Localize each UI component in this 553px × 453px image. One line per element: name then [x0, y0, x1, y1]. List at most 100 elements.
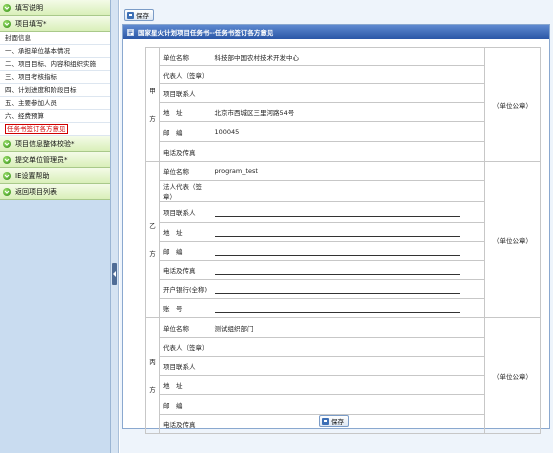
- field-label: 邮 编: [159, 121, 212, 142]
- table-row: 甲方 单位名称 科技部中国农村技术开发中心 （单位公章）: [145, 47, 541, 162]
- menu-label: IE设置帮助: [15, 171, 50, 180]
- table-row: 法人代表（签章）: [146, 180, 541, 202]
- field-value: [211, 356, 485, 376]
- table-row: 项目联系人: [146, 83, 541, 103]
- chevron-down-icon: [3, 139, 11, 148]
- field-label: 邮 编: [159, 241, 212, 261]
- form-panel: 国家星火计划项目任务书--任务书签订各方意见 甲方 单位名称 科技部中国农村技术…: [122, 24, 550, 434]
- field-label: 电话及传真: [159, 414, 212, 434]
- field-label: 项目联系人: [159, 83, 212, 103]
- field-value: [211, 83, 485, 103]
- field-value: 100045: [211, 121, 485, 142]
- table-row: 邮 编 100045: [146, 121, 541, 142]
- field-value: [211, 337, 485, 357]
- postcode-input[interactable]: [214, 247, 460, 256]
- menu-label: 项目信息整体校验*: [15, 139, 75, 148]
- field-value: 测试组织部门: [211, 317, 485, 338]
- field-label: 代表人（签章）: [159, 337, 212, 357]
- field-label: 邮 编: [159, 394, 212, 415]
- address-input[interactable]: [214, 228, 460, 237]
- chevron-down-icon: [3, 155, 11, 164]
- field-value: [211, 141, 485, 162]
- account-number-input[interactable]: [214, 304, 460, 313]
- menu-ie-help[interactable]: IE设置帮助: [0, 168, 110, 184]
- menu-fill-instructions[interactable]: 填写说明: [0, 0, 110, 16]
- bank-name-input[interactable]: [214, 285, 460, 294]
- menu-project-fill[interactable]: 项目填写*: [0, 16, 110, 32]
- chevron-down-icon: [3, 19, 11, 28]
- party-a-seal: （单位公章）: [484, 47, 541, 162]
- table-row: 代表人（签章）: [146, 65, 541, 84]
- menu-back-to-list[interactable]: 返回项目列表: [0, 184, 110, 200]
- chevron-down-icon: [3, 3, 11, 12]
- field-label: 账 号: [159, 298, 212, 318]
- table-row: 邮 编: [146, 394, 541, 415]
- field-label: 地 址: [159, 375, 212, 395]
- chevron-down-icon: [3, 187, 11, 196]
- field-label: 单位名称: [159, 317, 212, 338]
- field-label: 电话及传真: [159, 141, 212, 162]
- save-button-top[interactable]: 保存: [124, 9, 154, 21]
- submenu-item-personnel[interactable]: 五、主要参加人员: [0, 97, 110, 110]
- field-label: 单位名称: [159, 47, 212, 66]
- table-row: 丙方 单位名称 测试组织部门 （单位公章）: [145, 317, 541, 434]
- field-value: [211, 65, 485, 84]
- submenu-item-unit-info[interactable]: 一、承担单位基本情况: [0, 45, 110, 58]
- table-row: 地 址北京市西城区三里河路54号: [146, 102, 541, 122]
- field-label: 地 址: [159, 102, 212, 122]
- sidebar-splitter[interactable]: [111, 0, 119, 453]
- panel-title-bar: 国家星火计划项目任务书--任务书签订各方意见: [123, 25, 549, 39]
- menu-label: 填写说明: [15, 3, 43, 12]
- contact-person-input[interactable]: [214, 208, 460, 217]
- field-label: 项目联系人: [159, 356, 212, 376]
- table-row: 地 址: [146, 222, 541, 242]
- table-row: 开户银行(全称): [146, 279, 541, 299]
- save-icon: [322, 417, 329, 425]
- collapse-handle[interactable]: [112, 263, 117, 285]
- submenu-item-indicators[interactable]: 三、项目考核指标: [0, 71, 110, 84]
- field-label: 法人代表（签章）: [159, 180, 212, 202]
- party-b-label: 乙方: [145, 161, 160, 318]
- table-row: 地 址: [146, 375, 541, 395]
- field-value: [211, 394, 485, 415]
- table-row: 乙方 单位名称 program_test （单位公章）: [145, 161, 541, 318]
- submenu-item-schedule[interactable]: 四、计划进度和阶段目标: [0, 84, 110, 97]
- field-label: 地 址: [159, 222, 212, 242]
- phone-fax-input[interactable]: [214, 266, 460, 275]
- party-c-seal: （单位公章）: [484, 317, 541, 434]
- field-value: 北京市西城区三里河路54号: [211, 102, 485, 122]
- field-value: program_test: [211, 161, 485, 181]
- field-value: [211, 375, 485, 395]
- field-label: 代表人（签章）: [159, 65, 212, 84]
- table-row: 账 号: [146, 298, 541, 318]
- table-row: 电话及传真: [146, 260, 541, 280]
- menu-submit[interactable]: 提交单位管理员*: [0, 152, 110, 168]
- party-a-label: 甲方: [145, 47, 160, 162]
- table-row: 项目联系人: [146, 356, 541, 376]
- submenu-item-budget[interactable]: 六、经费预算: [0, 110, 110, 123]
- chevron-left-icon: [112, 271, 116, 277]
- submenu-item-signing-opinions[interactable]: 任务书签订各方意见: [0, 123, 110, 136]
- field-label: 电话及传真: [159, 260, 212, 280]
- project-fill-submenu: 封面信息 一、承担单位基本情况 二、项目目标、内容和组织实施 三、项目考核指标 …: [0, 32, 110, 136]
- table-row: 项目联系人: [146, 201, 541, 223]
- save-button-bottom[interactable]: 保存: [319, 415, 349, 427]
- sidebar: 填写说明 项目填写* 封面信息 一、承担单位基本情况 二、项目目标、内容和组织实…: [0, 0, 111, 453]
- table-row: 邮 编: [146, 241, 541, 261]
- menu-label: 返回项目列表: [15, 187, 57, 196]
- chevron-down-icon: [3, 171, 11, 180]
- document-icon: [127, 28, 134, 36]
- field-label: 单位名称: [159, 161, 212, 181]
- party-c-label: 丙方: [145, 317, 160, 434]
- menu-validate[interactable]: 项目信息整体校验*: [0, 136, 110, 152]
- submenu-item-goals[interactable]: 二、项目目标、内容和组织实施: [0, 58, 110, 71]
- save-icon: [127, 11, 134, 19]
- submenu-item-cover[interactable]: 封面信息: [0, 32, 110, 45]
- field-label: 项目联系人: [159, 201, 212, 223]
- menu-label: 项目填写*: [15, 19, 47, 28]
- field-value: 科技部中国农村技术开发中心: [211, 47, 485, 66]
- signing-form-table: 甲方 单位名称 科技部中国农村技术开发中心 （单位公章） 代表人（签章） 项目联…: [145, 47, 541, 434]
- table-row: 代表人（签章）: [146, 337, 541, 357]
- main-content: 保存 国家星火计划项目任务书--任务书签订各方意见 甲方 单位名称 科技部中国农…: [120, 0, 553, 453]
- panel-title: 国家星火计划项目任务书--任务书签订各方意见: [138, 29, 274, 37]
